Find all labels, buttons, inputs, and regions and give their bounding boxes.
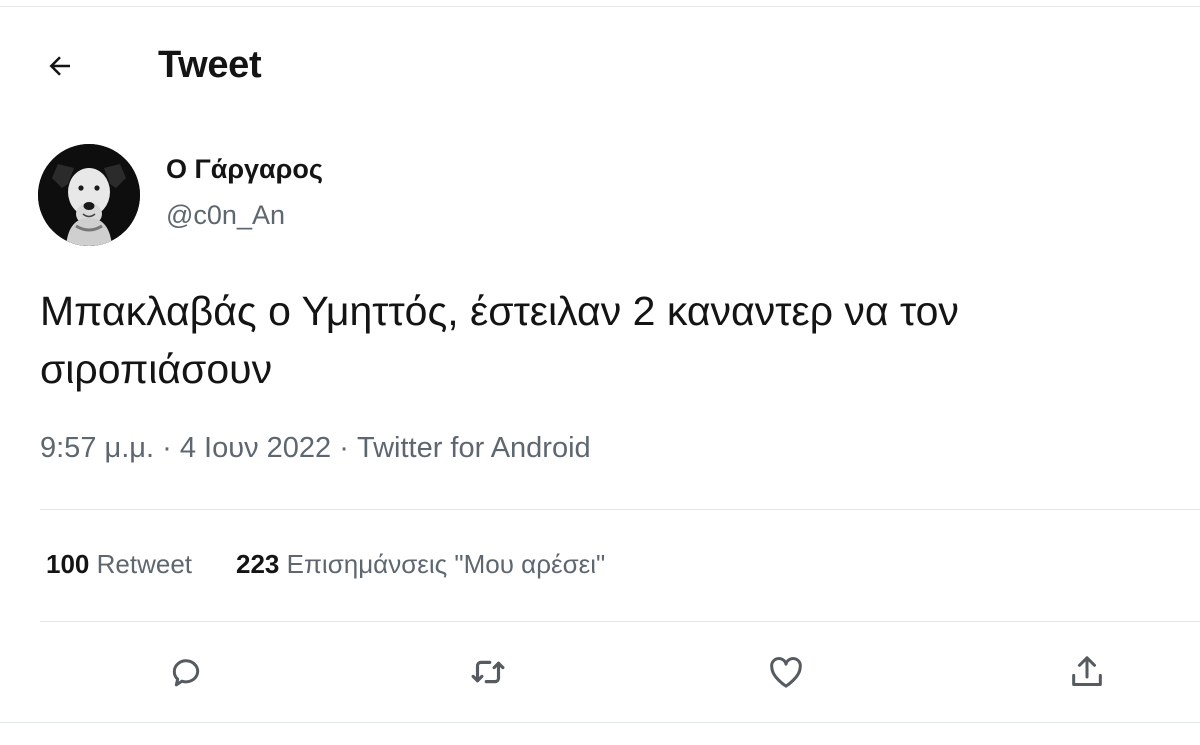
retweets-count: 100	[46, 549, 90, 579]
divider	[40, 621, 1200, 622]
heart-icon	[770, 657, 802, 688]
tweet-time[interactable]: 9:57 μ.μ.	[40, 432, 154, 464]
retweets-label: Retweet	[96, 549, 193, 579]
retweet-icon	[471, 660, 505, 684]
window-top-border	[0, 0, 1200, 7]
retweet-button[interactable]	[456, 640, 520, 704]
meta-separator: ·	[339, 432, 349, 464]
tweet-actions	[0, 640, 1200, 704]
meta-separator: ·	[162, 432, 172, 464]
likes-stat[interactable]: 223 Επισημάνσεις "Μου αρέσει"	[236, 549, 605, 580]
tweet-author: Ο Γάργαρος @c0n_An	[38, 144, 738, 248]
likes-label: Επισημάνσεις "Μου αρέσει"	[286, 549, 606, 579]
tweet-source[interactable]: Twitter for Android	[357, 432, 591, 464]
author-handle[interactable]: @c0n_An	[166, 200, 285, 231]
tweet-date[interactable]: 4 Ιουν 2022	[180, 432, 331, 464]
likes-count: 223	[236, 549, 280, 579]
arrow-left-icon	[49, 56, 70, 76]
dog-avatar-image	[38, 144, 140, 246]
share-button[interactable]	[1055, 640, 1119, 704]
tweet-metadata: 9:57 μ.μ. · 4 Ιουν 2022 · Twitter for An…	[40, 432, 1140, 465]
reply-button[interactable]	[154, 640, 218, 704]
page-header: Tweet	[0, 28, 1200, 100]
tweet-text-line-2: σιροπιάσουν	[40, 346, 273, 392]
share-icon	[1072, 656, 1102, 686]
back-button[interactable]	[36, 42, 84, 90]
engagement-stats: 100 Retweet 223 Επισημάνσεις "Μου αρέσει…	[46, 549, 1146, 580]
tweet-text: Μπακλαβάς ο Υμηττός, έστειλαν 2 καναντερ…	[40, 282, 1180, 398]
page-title: Tweet	[158, 44, 262, 86]
like-button[interactable]	[754, 640, 818, 704]
reply-icon	[172, 659, 200, 687]
divider	[40, 509, 1200, 510]
author-name[interactable]: Ο Γάργαρος	[166, 154, 323, 185]
tweet-text-line-1: Μπακλαβάς ο Υμηττός, έστειλαν 2 καναντερ…	[40, 288, 959, 334]
retweets-stat[interactable]: 100 Retweet	[46, 549, 192, 580]
bottom-divider	[0, 722, 1200, 723]
avatar[interactable]	[38, 144, 140, 246]
